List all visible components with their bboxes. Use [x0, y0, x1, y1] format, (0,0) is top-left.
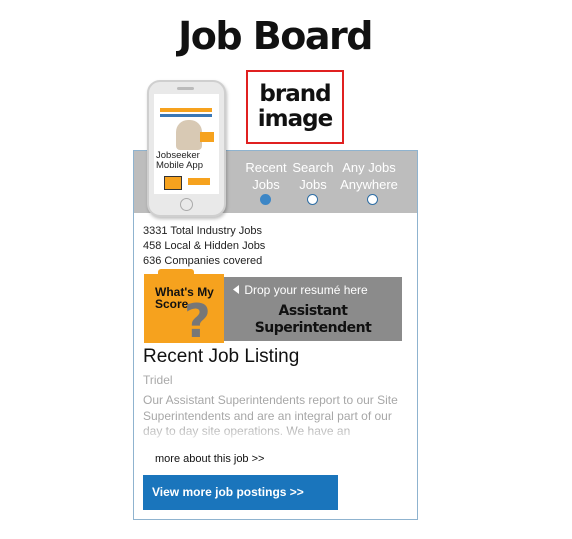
tab-search-jobs-line-1: Search — [292, 160, 334, 175]
screen-button — [188, 178, 210, 185]
drop-label-text: Drop your resumé here — [244, 283, 368, 297]
more-about-job-link[interactable]: more about this job >> — [155, 453, 264, 465]
brand-line-1: brand — [259, 81, 331, 107]
screen-tag — [200, 132, 214, 142]
drop-label: Drop your resumé here — [233, 283, 368, 297]
company-name: Tridel — [143, 373, 173, 387]
view-more-postings-button[interactable]: View more job postings >> — [143, 475, 338, 510]
brand-image-placeholder: brand image — [246, 70, 344, 144]
drop-job-title-line-2: Superintendent — [254, 320, 372, 336]
recent-listing-heading: Recent Job Listing — [143, 346, 300, 367]
phone-home-button — [180, 198, 193, 211]
screen-subbanner — [160, 114, 212, 117]
resume-drop-zone[interactable]: Drop your resumé here Assistant Superint… — [224, 277, 402, 341]
screen-sticker — [164, 176, 182, 190]
phone-speaker — [177, 87, 194, 90]
drop-job-title-line-1: Assistant — [278, 303, 348, 319]
description-fade — [134, 426, 417, 444]
whats-my-score-folder[interactable]: What's My Score ? — [144, 274, 224, 348]
question-mark-icon: ? — [184, 294, 211, 348]
screen-banner — [160, 108, 212, 112]
job-stats: 3331 Total Industry Jobs 458 Local & Hid… — [143, 224, 265, 269]
page-title: Job Board — [178, 14, 373, 58]
person-illustration — [176, 120, 202, 150]
drop-job-title: Assistant Superintendent — [224, 303, 402, 337]
brand-line-2: image — [257, 106, 333, 132]
stat-companies: 636 Companies covered — [143, 255, 263, 267]
phone-app-label: Jobseeker Mobile App — [156, 151, 203, 171]
score-section: What's My Score ? Drop your resumé here … — [144, 269, 402, 348]
stat-local-jobs: 458 Local & Hidden Jobs — [143, 240, 266, 252]
phone-screen: Jobseeker Mobile App — [154, 94, 219, 194]
tab-search-jobs-line-2: Jobs — [299, 177, 327, 192]
caret-left-icon — [233, 283, 244, 297]
stat-total-jobs: 3331 Total Industry Jobs — [143, 225, 263, 237]
tab-any-jobs-anywhere[interactable]: Any Jobs Anywhere — [339, 159, 399, 193]
phone-app-line-2: Mobile App — [156, 160, 204, 171]
tab-any-jobs-line-1: Any Jobs — [342, 160, 396, 175]
tab-any-jobs-radio[interactable] — [367, 194, 378, 205]
tab-any-jobs-line-2: Anywhere — [340, 177, 398, 192]
tab-recent-jobs-radio[interactable] — [260, 194, 271, 205]
phone-mockup: Jobseeker Mobile App — [147, 80, 226, 217]
tab-search-jobs[interactable]: Search Jobs — [283, 159, 343, 193]
tab-search-jobs-radio[interactable] — [307, 194, 318, 205]
